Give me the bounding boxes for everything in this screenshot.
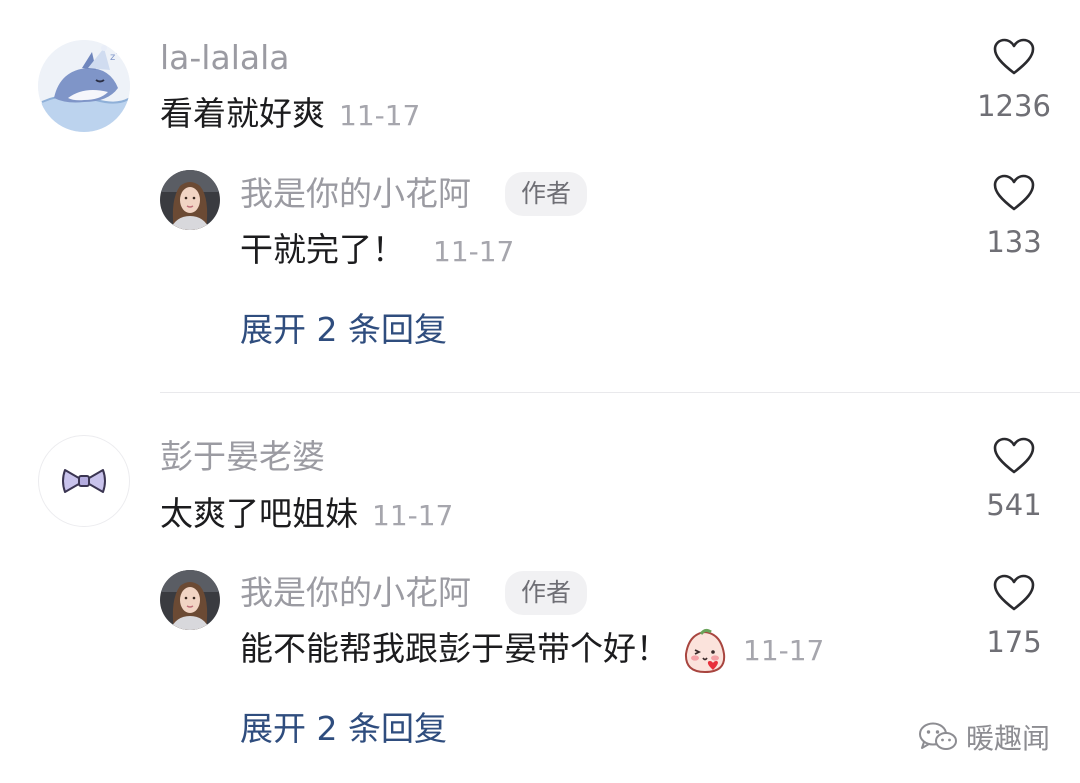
reply-body[interactable]: 干就完了！ 11-17 — [240, 233, 514, 266]
reply-body[interactable]: 能不能帮我跟彭于晏带个好！ 11-17 — [240, 628, 825, 676]
reply-date: 11-17 — [743, 634, 825, 667]
avatar[interactable] — [160, 570, 220, 630]
reply-date: 11-17 — [433, 235, 515, 268]
avatar[interactable]: z z — [38, 40, 130, 132]
like-button[interactable]: 1236 — [954, 38, 1074, 121]
avatar[interactable] — [160, 170, 220, 230]
reply-username[interactable]: 我是你的小花阿 — [240, 576, 471, 609]
like-button[interactable]: 541 — [954, 437, 1074, 520]
blush-heart-sticker-icon — [681, 628, 729, 676]
like-button[interactable]: 133 — [954, 174, 1074, 257]
like-count: 175 — [986, 625, 1042, 659]
heart-outline-icon — [993, 574, 1035, 611]
like-count: 541 — [986, 488, 1042, 522]
avatar[interactable] — [38, 435, 130, 527]
like-count: 133 — [986, 225, 1042, 259]
reply-username[interactable]: 我是你的小花阿 — [240, 177, 471, 210]
heart-outline-icon — [993, 174, 1035, 211]
comment-list: z z la-lalala 看着就好爽 11-17 1236 我是你的小花阿 作… — [0, 0, 1080, 783]
shark-in-bed-icon: z z — [38, 40, 130, 132]
heart-outline-icon — [993, 437, 1035, 474]
svg-text:z: z — [116, 47, 120, 56]
comment-text: 太爽了吧姐妹 — [160, 494, 358, 533]
author-badge: 作者 — [505, 571, 588, 615]
divider — [160, 392, 1080, 393]
reply-text: 干就完了！ — [240, 230, 405, 269]
purple-bow-icon — [62, 469, 106, 493]
like-button[interactable]: 175 — [954, 574, 1074, 657]
like-count: 1236 — [977, 89, 1051, 123]
comment-username[interactable]: 彭于晏老婆 — [160, 440, 325, 473]
heart-outline-icon — [993, 38, 1035, 75]
comment-date: 11-17 — [372, 499, 454, 532]
wechat-logo-icon — [918, 722, 957, 750]
reply-text: 能不能帮我跟彭于晏带个好！ — [240, 629, 669, 668]
comment-body[interactable]: 太爽了吧姐妹 11-17 — [160, 497, 453, 530]
watermark-text: 暖趣闻 — [965, 722, 1050, 755]
girl-photo-icon — [160, 170, 220, 230]
expand-replies-button[interactable]: 展开 2 条回复 — [240, 712, 447, 745]
comment-text: 看着就好爽 — [160, 94, 325, 133]
expand-replies-button[interactable]: 展开 2 条回复 — [240, 313, 447, 346]
comment-date: 11-17 — [339, 99, 421, 132]
comment-body[interactable]: 看着就好爽 11-17 — [160, 97, 420, 130]
girl-photo-icon — [160, 570, 220, 630]
comment-username[interactable]: la-lalala — [160, 41, 289, 74]
author-badge: 作者 — [505, 172, 588, 216]
svg-text:z: z — [110, 52, 115, 63]
watermark: 暖趣闻 — [918, 717, 1050, 757]
